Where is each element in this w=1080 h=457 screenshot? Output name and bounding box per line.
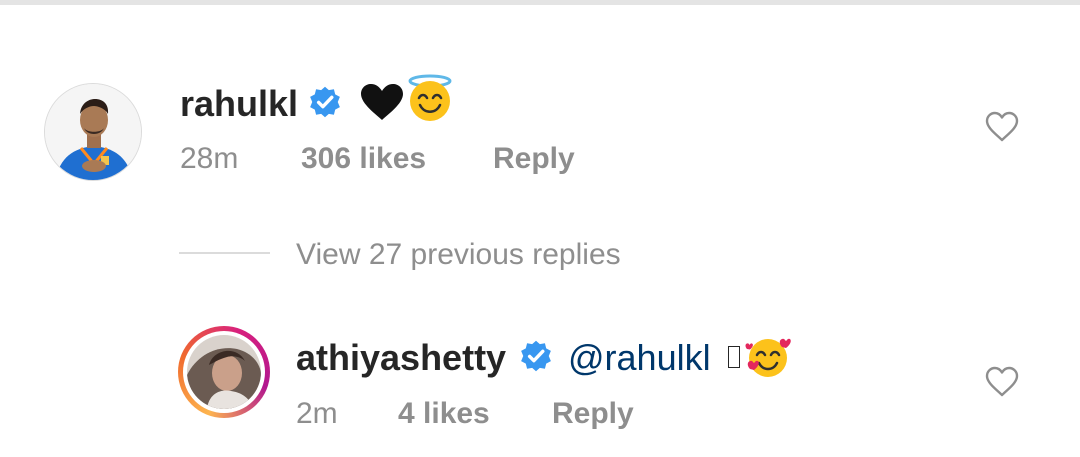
top-divider xyxy=(0,0,1080,5)
username[interactable]: rahulkl xyxy=(180,83,298,125)
view-previous-replies-button[interactable]: View 27 previous replies xyxy=(296,238,621,272)
mention-link[interactable]: @rahulkl xyxy=(568,337,711,379)
profile-photo xyxy=(45,84,141,180)
replies-divider xyxy=(179,252,270,254)
comment-time: 28m xyxy=(180,142,239,175)
reply-button[interactable]: Reply xyxy=(493,142,575,176)
avatar xyxy=(187,335,261,409)
black-heart-icon xyxy=(361,84,403,120)
like-heart-icon[interactable] xyxy=(985,111,1019,143)
verified-badge-icon xyxy=(521,340,551,372)
profile-photo xyxy=(187,335,261,409)
likes-count-link[interactable]: 4 likes xyxy=(398,397,490,431)
like-heart-icon[interactable] xyxy=(985,366,1019,398)
avatar-ring-gap xyxy=(183,331,265,413)
smiling-face-with-halo-icon xyxy=(408,74,452,121)
likes-count-link[interactable]: 306 likes xyxy=(301,142,426,176)
avatar[interactable] xyxy=(44,83,142,181)
verified-badge-icon xyxy=(310,86,340,118)
reply-button[interactable]: Reply xyxy=(552,397,634,431)
comment-time: 2m xyxy=(296,397,338,430)
smiling-face-with-hearts-icon xyxy=(745,338,791,377)
avatar-story-ring[interactable] xyxy=(178,326,270,418)
missing-glyph-icon xyxy=(728,346,740,368)
username[interactable]: athiyashetty xyxy=(296,337,506,379)
